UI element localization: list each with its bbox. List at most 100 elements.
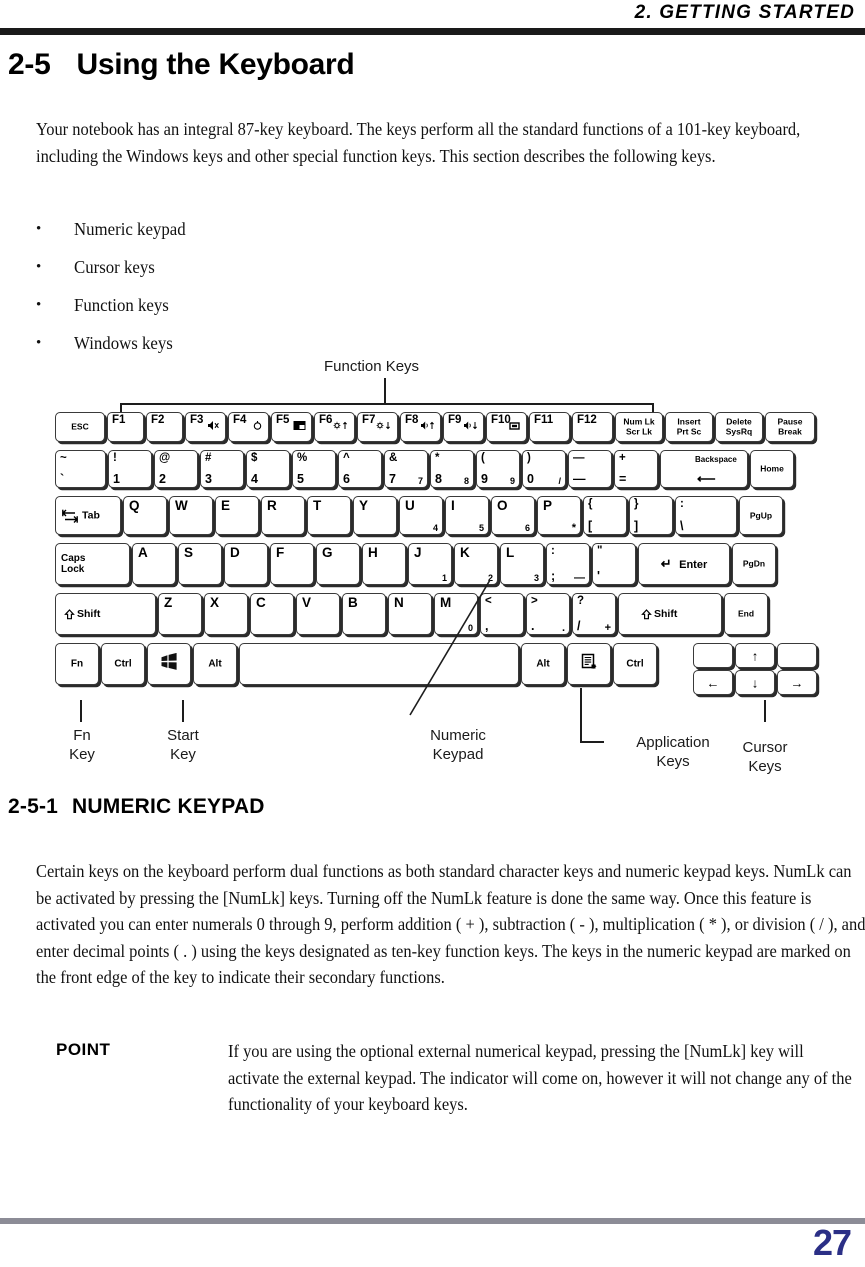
key-f7[interactable]: F7 bbox=[357, 412, 398, 442]
key-label: Ctrl bbox=[114, 658, 132, 670]
key-blank-left[interactable] bbox=[693, 643, 733, 668]
key-label: Alt bbox=[208, 658, 222, 670]
feature-bullet-list: • Numeric keypad • Cursor keys • Functio… bbox=[36, 210, 195, 362]
key-f10[interactable]: F10 bbox=[486, 412, 527, 442]
key-o[interactable]: O6 bbox=[491, 496, 535, 535]
key-grave[interactable]: ~ ` bbox=[55, 450, 106, 488]
key-label: F11 bbox=[534, 414, 554, 426]
key-5[interactable]: % 5 bbox=[292, 450, 336, 488]
key-r[interactable]: R bbox=[261, 496, 305, 535]
key-shift-right[interactable]: Shift bbox=[618, 593, 722, 635]
key-f[interactable]: F bbox=[270, 543, 314, 585]
key-f2[interactable]: F2 bbox=[146, 412, 183, 442]
key-f1[interactable]: F1 bbox=[107, 412, 144, 442]
key-e[interactable]: E bbox=[215, 496, 259, 535]
key-label: . bbox=[531, 619, 535, 633]
key-9[interactable]: (9 9 bbox=[476, 450, 520, 488]
key-bracket-right[interactable]: }] bbox=[629, 496, 673, 535]
key-pgup[interactable]: PgUp bbox=[739, 496, 783, 535]
key-label: F1 bbox=[112, 414, 126, 426]
key-pgdn[interactable]: PgDn bbox=[732, 543, 776, 585]
key-p[interactable]: P * bbox=[537, 496, 581, 535]
key-label: [ bbox=[588, 519, 593, 533]
key-insert-prtsc[interactable]: Insert Prt Sc bbox=[665, 412, 713, 442]
key-a[interactable]: A bbox=[132, 543, 176, 585]
key-backslash[interactable]: : \ bbox=[675, 496, 737, 535]
key-delete-sysrq[interactable]: Delete SysRq bbox=[715, 412, 763, 442]
key-pause-break[interactable]: Pause Break bbox=[765, 412, 815, 442]
key-f11[interactable]: F11 bbox=[529, 412, 570, 442]
key-label: E bbox=[221, 498, 231, 513]
key-f6[interactable]: F6 bbox=[314, 412, 355, 442]
application-menu-icon bbox=[581, 653, 598, 675]
key-home[interactable]: Home bbox=[750, 450, 794, 488]
key-semicolon[interactable]: :; — bbox=[546, 543, 590, 585]
key-arrow-down[interactable]: ↓ bbox=[735, 670, 775, 695]
key-i[interactable]: I5 bbox=[445, 496, 489, 535]
key-label: A bbox=[138, 545, 148, 560]
volume-down-icon bbox=[420, 421, 435, 434]
key-end[interactable]: End bbox=[724, 593, 768, 635]
key-esc[interactable]: ESC bbox=[55, 412, 105, 442]
key-v[interactable]: V bbox=[296, 593, 340, 635]
key-4[interactable]: $4 bbox=[246, 450, 290, 488]
key-shift-left[interactable]: Shift bbox=[55, 593, 156, 635]
key-w[interactable]: W bbox=[169, 496, 213, 535]
key-f9[interactable]: F9 bbox=[443, 412, 484, 442]
key-ctrl-right[interactable]: Ctrl bbox=[613, 643, 657, 685]
key-start[interactable] bbox=[147, 643, 191, 685]
key-backspace[interactable]: Backspace ⟵ bbox=[660, 450, 748, 488]
key-t[interactable]: T bbox=[307, 496, 351, 535]
key-enter[interactable]: ↵ Enter bbox=[638, 543, 730, 585]
key-s[interactable]: S bbox=[178, 543, 222, 585]
key-3[interactable]: #3 bbox=[200, 450, 244, 488]
key-u[interactable]: U4 bbox=[399, 496, 443, 535]
key-d[interactable]: D bbox=[224, 543, 268, 585]
key-f8[interactable]: F8 bbox=[400, 412, 441, 442]
key-b[interactable]: B bbox=[342, 593, 386, 635]
key-label: Shift bbox=[77, 608, 101, 620]
key-7[interactable]: & 7 7 bbox=[384, 450, 428, 488]
key-ctrl-left[interactable]: Ctrl bbox=[101, 643, 145, 685]
key-minus[interactable]: — — bbox=[568, 450, 612, 488]
key-arrow-left[interactable]: ← bbox=[693, 670, 733, 695]
key-alt-right[interactable]: Alt bbox=[521, 643, 565, 685]
key-arrow-right[interactable]: → bbox=[777, 670, 817, 695]
key-arrow-up[interactable]: ↑ bbox=[735, 643, 775, 668]
key-f3[interactable]: F3 bbox=[185, 412, 226, 442]
key-c[interactable]: C bbox=[250, 593, 294, 635]
key-period[interactable]: >.. bbox=[526, 593, 570, 635]
key-y[interactable]: Y bbox=[353, 496, 397, 535]
key-numlk-scrlk[interactable]: Num Lk Scr Lk bbox=[615, 412, 663, 442]
key-capslock[interactable]: Caps Lock bbox=[55, 543, 130, 585]
key-6[interactable]: ^ 6 bbox=[338, 450, 382, 488]
key-q[interactable]: Q bbox=[123, 496, 167, 535]
key-z[interactable]: Z bbox=[158, 593, 202, 635]
key-blank-right[interactable] bbox=[777, 643, 817, 668]
key-bracket-left[interactable]: {[ bbox=[583, 496, 627, 535]
key-shift-label: ? bbox=[577, 595, 585, 607]
key-application[interactable] bbox=[567, 643, 611, 685]
key-label-line1: Caps bbox=[61, 553, 86, 564]
key-tab[interactable]: Tab bbox=[55, 496, 121, 535]
key-numpad-label: 9 bbox=[509, 476, 515, 486]
key-2[interactable]: @2 bbox=[154, 450, 198, 488]
key-x[interactable]: X bbox=[204, 593, 248, 635]
key-label: V bbox=[302, 595, 312, 610]
key-quote[interactable]: " ' bbox=[592, 543, 636, 585]
key-shift-label: ^ bbox=[343, 452, 350, 464]
key-f4[interactable]: F4 bbox=[228, 412, 269, 442]
key-label-line1: Delete bbox=[726, 416, 752, 427]
key-8[interactable]: * 8 8 bbox=[430, 450, 474, 488]
key-g[interactable]: G bbox=[316, 543, 360, 585]
key-1[interactable]: ! 1 bbox=[108, 450, 152, 488]
key-equal[interactable]: + = bbox=[614, 450, 658, 488]
key-f5[interactable]: F5 bbox=[271, 412, 312, 442]
key-fn[interactable]: Fn bbox=[55, 643, 99, 685]
key-0[interactable]: ) 0 / bbox=[522, 450, 566, 488]
key-label: 7 bbox=[389, 472, 396, 486]
key-alt-left[interactable]: Alt bbox=[193, 643, 237, 685]
key-label: R bbox=[267, 498, 277, 513]
key-slash[interactable]: ? / + bbox=[572, 593, 616, 635]
key-f12[interactable]: F12 bbox=[572, 412, 613, 442]
